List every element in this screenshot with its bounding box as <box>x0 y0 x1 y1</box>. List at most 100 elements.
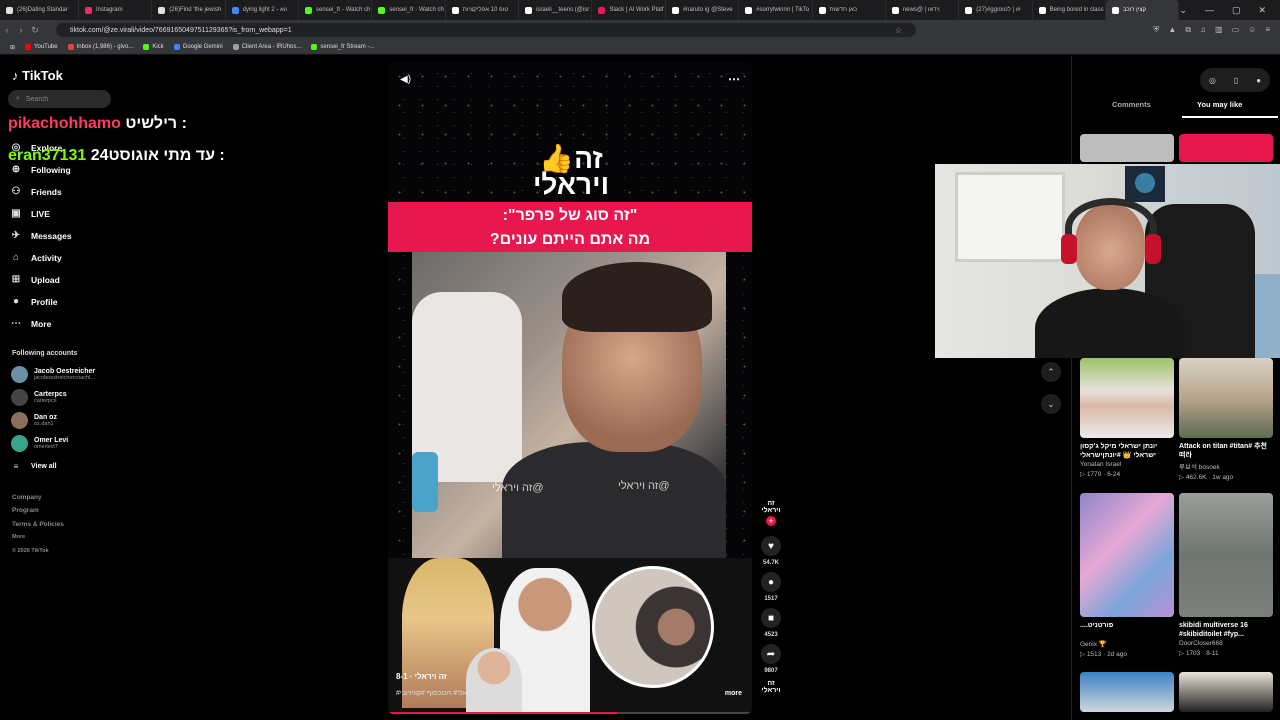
browser-tab[interactable]: #sorrytwinnn | TikTo <box>739 0 813 20</box>
sound-avatar-line-2: ויראלי <box>761 687 781 694</box>
save-button[interactable]: ■ 4523 <box>761 608 781 638</box>
browser-tab[interactable]: #naruto ig @Steve <box>666 0 740 20</box>
more-icon: ⋯ <box>11 318 21 329</box>
compass-small-icon[interactable]: ◎ <box>1209 76 1216 85</box>
apps-icon[interactable]: ⊞ <box>10 44 15 51</box>
creator-avatar[interactable]: זה ויראלי <box>761 500 780 514</box>
browser-tab[interactable]: טופ 10 אפליקציות <box>446 0 520 20</box>
recommended-video-card[interactable]: skibidi multiverse 16 #skibiditoilet #fy… <box>1179 493 1273 657</box>
close-icon[interactable]: ✕ <box>1258 5 1266 16</box>
following-account[interactable]: Omer Levi omerlevi7 <box>11 435 68 452</box>
browser-tab[interactable]: Instagram <box>79 0 153 20</box>
caption-author[interactable]: זה ויראלי · 8-1 <box>396 672 447 681</box>
view-all-link[interactable]: ≡ View all <box>10 462 57 471</box>
bookmark-star-icon[interactable]: ☆ <box>895 26 902 35</box>
caption-more-button[interactable]: more <box>725 690 742 697</box>
browser-tab[interactable]: sensei_fr - Watch ch <box>372 0 446 20</box>
tab-search-icon[interactable]: ⌄ <box>1179 5 1187 16</box>
following-account[interactable]: Carterpcs carterpcs <box>11 389 67 406</box>
sidebar-item-upload[interactable]: ⊞ Upload <box>10 274 60 285</box>
scroll-up-icon[interactable]: ⌃ <box>1041 362 1061 382</box>
sidebar-item-friends[interactable]: ⚇ Friends <box>10 186 62 197</box>
maximize-icon[interactable]: ▢ <box>1232 5 1241 16</box>
browser-tab[interactable]: israeli__teens (@isr <box>519 0 593 20</box>
video-player[interactable]: ◀) ⋯ זה👍 ויראלי "זה סוג של פרפר": מה אתם… <box>388 62 752 714</box>
more-options-icon[interactable]: ⋯ <box>728 72 740 86</box>
reload-icon[interactable]: ↻ <box>28 25 42 36</box>
bookmark-item[interactable]: Google Gemini <box>173 44 223 50</box>
sidebar-item-messages[interactable]: ✈ Messages <box>10 230 72 241</box>
browser-tab[interactable]: קצין רוכב <box>1105 0 1180 20</box>
top-card-1[interactable] <box>1080 134 1174 162</box>
warning-icon[interactable]: ▲ <box>1168 25 1176 35</box>
following-account[interactable]: Jacob Oestreicher jacoboestreichercoachl.… <box>11 366 95 383</box>
browser-tab[interactable]: sensei_fr - Watch ch <box>299 0 373 20</box>
bookmark-item[interactable]: Client Area - IRUhos... <box>232 44 301 50</box>
sidebar-item-profile[interactable]: ● Profile <box>10 296 57 307</box>
browser-tab[interactable]: news@ | וידאו <box>886 0 960 20</box>
bookmark-item[interactable]: sensei_fr Stream -... <box>311 44 374 50</box>
bookmark-item[interactable]: YouTube <box>25 44 58 50</box>
tab-comments[interactable]: Comments <box>1112 100 1151 109</box>
footer-link[interactable]: Company <box>12 494 42 501</box>
volume-icon[interactable]: ◀) <box>400 74 411 85</box>
card-author[interactable]: 루보석 bosoek <box>1179 461 1273 471</box>
tab-title: Slack | AI Work Platf <box>609 7 664 13</box>
sidebar-item-activity[interactable]: ⌂ Activity <box>10 252 62 263</box>
footer-link[interactable]: Terms & Policies <box>12 521 64 528</box>
footer-link[interactable]: Program <box>12 507 39 514</box>
following-account[interactable]: Dan oz oz.dan1 <box>11 412 57 429</box>
comment-button[interactable]: ● 1517 <box>761 572 781 602</box>
follow-plus-icon[interactable]: + <box>766 516 776 526</box>
brave-shield-icon[interactable]: ⛨ <box>1153 25 1159 35</box>
card-author[interactable]: DoorCloser668 <box>1179 640 1273 647</box>
menu-icon[interactable]: ≡ <box>1265 25 1270 35</box>
card-author[interactable]: Yonatan Israel <box>1080 461 1174 468</box>
minimize-icon[interactable]: — <box>1205 5 1214 16</box>
card-author[interactable]: Genix 🏆 <box>1080 640 1174 648</box>
bookmark-item[interactable]: Inbox (1,986) - givo... <box>67 44 133 50</box>
media-icon[interactable]: ♫ <box>1200 25 1206 35</box>
sidebar-item-following[interactable]: ⊕ Following <box>10 164 71 175</box>
scroll-down-icon[interactable]: ⌄ <box>1041 394 1061 414</box>
sidebar-item-more[interactable]: ⋯ More <box>10 318 51 329</box>
sidebar-item-live[interactable]: ▣ LIVE <box>10 208 50 219</box>
browser-tab[interactable]: (27)#ggו | לטופו# <box>959 0 1033 20</box>
footer-link: © 2026 TikTok <box>12 548 49 554</box>
sound-avatar[interactable]: זה ויראלי <box>761 680 781 694</box>
tiktok-logo[interactable]: ♪ TikTok <box>12 68 63 83</box>
share-button[interactable]: ➦ 9807 <box>761 644 781 674</box>
browser-tab[interactable]: (26)Dating Standar <box>0 0 79 20</box>
recommended-video-card[interactable]: Attack on titan #titan# 추천떠라 루보석 bosoek ▷ … <box>1179 358 1273 481</box>
recommended-video-card[interactable]: יונתן ישראלי מיקל ג'קסון ישראלי 👑 #יונתן… <box>1080 358 1174 478</box>
caption-hashtags[interactable]: #סורים #fyp# והייראלי# הכוכסוף #קווירובי… <box>396 690 522 697</box>
account-name: Omer Levi <box>34 437 69 444</box>
bottom-card-2[interactable] <box>1179 672 1273 712</box>
like-button[interactable]: ♥ 54.7K <box>761 536 781 566</box>
footer-link[interactable]: More <box>12 534 25 540</box>
extensions-icon[interactable]: ⧉ <box>1185 25 1191 35</box>
wallet-icon[interactable]: ▭ <box>1232 25 1240 35</box>
browser-tab[interactable]: dying light 2 - ווא <box>226 0 300 20</box>
top-card-2[interactable] <box>1179 134 1273 162</box>
bottom-card-1[interactable] <box>1080 672 1174 712</box>
search-input[interactable]: ⌕ Search <box>8 90 111 108</box>
sidebar-toggle-icon[interactable]: ▥ <box>1215 25 1223 35</box>
browser-tab[interactable]: Being bored in class <box>1033 0 1106 20</box>
user-avatar[interactable]: ● <box>1256 76 1261 85</box>
profile-icon[interactable]: ☺ <box>1248 25 1256 35</box>
view-all-label: View all <box>31 463 57 470</box>
recommended-video-card[interactable]: ....פורטניט Genix 🏆 ▷ 1513 · 2d ago <box>1080 493 1174 658</box>
video-progress-bar[interactable] <box>388 712 752 714</box>
browser-tab[interactable]: כאן חדשות <box>813 0 886 20</box>
browser-tab[interactable]: (26)Find 'the jewish <box>152 0 226 20</box>
device-icon[interactable]: ▯ <box>1234 76 1238 85</box>
back-icon[interactable]: ‹ <box>0 25 14 35</box>
forward-icon[interactable]: › <box>14 25 28 35</box>
browser-tab[interactable]: Slack | AI Work Platf <box>592 0 666 20</box>
tab-you-may-like[interactable]: You may like <box>1197 100 1242 109</box>
url-bar[interactable]: tiktok.com/@ze.virali/video/766916504975… <box>56 23 916 37</box>
tab-title: טופ 10 אפליקציות <box>462 7 509 13</box>
right-panel: ◎ ▯ ● Comments You may like יונתן ישראלי… <box>1071 56 1280 720</box>
bookmark-item[interactable]: Kick <box>143 44 164 50</box>
